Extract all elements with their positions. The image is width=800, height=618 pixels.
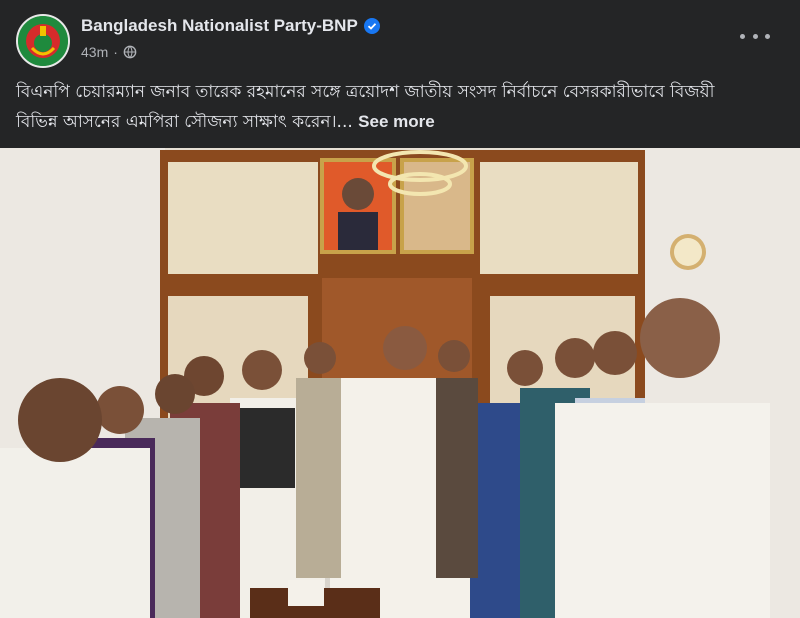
meta-separator: · (113, 44, 118, 60)
bnp-logo-icon (18, 16, 68, 66)
caption-line-1: বিএনপি চেয়ারম্যান জনাব তারেক রহমানের সঙ… (16, 82, 715, 102)
group-meeting-photo (0, 148, 800, 618)
page-avatar[interactable] (16, 14, 70, 68)
post-timestamp[interactable]: 43m (81, 44, 108, 60)
post-meta: 43m · (81, 44, 137, 60)
more-options-icon[interactable] (740, 26, 770, 46)
caption-line-2: বিভিন্ন আসনের এমপিরা সৌজন্য সাক্ষাৎ করেন… (16, 112, 353, 132)
facebook-post: Bangladesh Nationalist Party-BNP 43m · ব… (0, 0, 800, 618)
see-more-link[interactable]: See more (358, 112, 435, 131)
page-name-row: Bangladesh Nationalist Party-BNP (81, 16, 380, 36)
post-header: Bangladesh Nationalist Party-BNP 43m · (16, 14, 784, 70)
caption-line-2-row: বিভিন্ন আসনের এমপিরা সৌজন্য সাক্ষাৎ করেন… (16, 107, 776, 137)
page-name[interactable]: Bangladesh Nationalist Party-BNP (81, 16, 358, 36)
verified-badge-icon (363, 18, 380, 34)
globe-icon[interactable] (123, 45, 137, 59)
post-photo[interactable] (0, 148, 800, 618)
post-caption: বিএনপি চেয়ারম্যান জনাব তারেক রহমানের সঙ… (16, 78, 776, 137)
